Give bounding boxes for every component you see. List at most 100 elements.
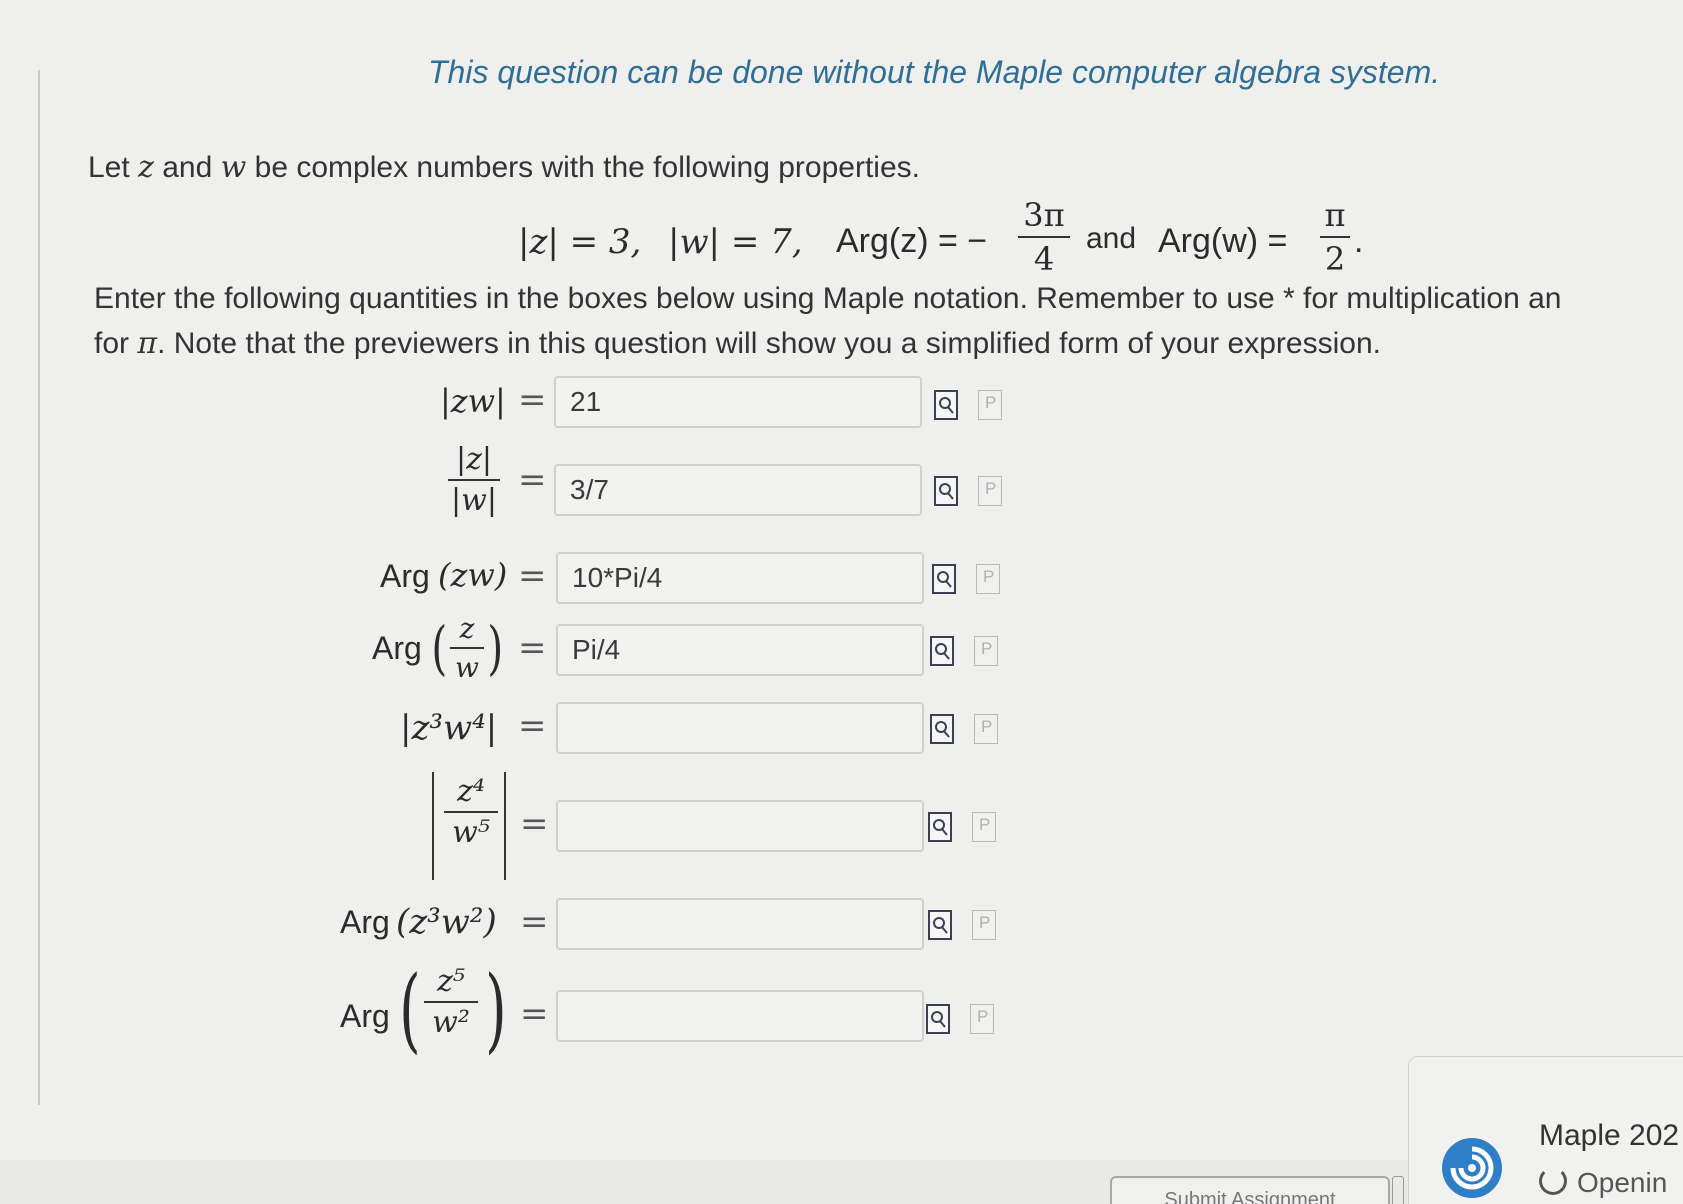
row-label-arg: Arg (340, 904, 390, 940)
maple-note: This question can be done without the Ma… (428, 54, 1441, 90)
preview-icon[interactable] (930, 636, 954, 666)
p-icon[interactable]: P (972, 812, 996, 842)
fraction-numerator: z (459, 612, 475, 645)
row-label: |z³w⁴| (400, 708, 498, 748)
fraction-bar (448, 479, 500, 481)
fraction-numerator: z⁴ (457, 774, 485, 809)
intro-rest: be complex numbers with the following pr… (254, 151, 920, 184)
var-z: z (138, 150, 154, 185)
preview-icon[interactable] (934, 476, 958, 506)
row-label-expr: (zw) (438, 556, 508, 594)
p-icon[interactable]: P (972, 910, 996, 940)
preview-icon[interactable] (928, 812, 952, 842)
fraction-bar (450, 647, 484, 649)
answer-row-abs-z3w4: |z³w⁴| = P (0, 702, 1100, 762)
preview-icon[interactable] (932, 564, 956, 594)
answer-row-abs-zw: |zw| = 21 P (0, 376, 1100, 436)
equals-sign: = (520, 902, 549, 942)
instructions-rest: . Note that the previewers in this quest… (157, 327, 1381, 360)
p-icon[interactable]: P (970, 1004, 994, 1034)
abs-bar-left (432, 772, 434, 880)
equals-sign: = (518, 460, 547, 500)
preview-icon[interactable] (934, 390, 958, 420)
row-label-fraction: z⁵ w² (424, 964, 478, 1040)
fraction-denominator: w⁵ (452, 815, 490, 850)
abs-bar-right (504, 772, 506, 880)
row-label-fraction: |z| |w| (448, 442, 500, 518)
left-paren: ( (399, 956, 421, 1063)
fraction-numerator: |z| (455, 442, 493, 477)
fraction-bar (444, 811, 498, 813)
answer-row-arg-z3w2: Arg (z³w²) = P (0, 898, 1100, 958)
fraction-denominator: w² (432, 1005, 470, 1040)
p-icon[interactable]: P (978, 476, 1002, 506)
left-paren: ( (431, 614, 448, 682)
given-and: and (1086, 222, 1137, 255)
answer-row-arg-zw: Arg (zw) = 10*Pi/4 P (0, 552, 1100, 612)
fraction-denominator: |w| (451, 483, 497, 518)
preview-icon[interactable] (930, 714, 954, 744)
row-label-arg: Arg (380, 558, 430, 594)
equals-sign: = (518, 380, 547, 420)
row-label-expr: (z³w²) (396, 902, 497, 942)
preview-icon[interactable] (926, 1004, 950, 1034)
given-abs-w: |w| = 7, (668, 222, 803, 262)
maple-logo-icon (1442, 1138, 1502, 1198)
page: This question can be done without the Ma… (0, 0, 1683, 1204)
maple-title: Maple 202 (1539, 1119, 1680, 1152)
fraction-denominator: 2 (1324, 240, 1346, 278)
fraction-3pi-4: 3π 4 (1018, 196, 1070, 278)
answer-input-abs-ratio[interactable]: 3/7 (554, 464, 922, 516)
instructions-line1: Enter the following quantities in the bo… (94, 282, 1562, 315)
fraction-denominator: w (455, 651, 479, 684)
fraction-pi-2: π 2 (1320, 196, 1350, 278)
equals-sign: = (520, 994, 549, 1034)
given-arg-z: Arg(z) = − (836, 222, 988, 260)
answer-row-abs-z4-over-w5: z⁴ w⁵ = P (0, 772, 1100, 880)
answer-input-abs-ratio-powers[interactable] (556, 800, 924, 852)
equals-sign: = (518, 628, 547, 668)
equals-sign: = (518, 556, 547, 596)
small-button[interactable] (1392, 1176, 1404, 1204)
fraction-bar (1018, 236, 1070, 238)
fraction-numerator: z⁵ (437, 964, 465, 999)
submit-assignment-button[interactable]: Submit Assignment (1110, 1176, 1390, 1204)
answer-input-arg-ratio[interactable]: Pi/4 (556, 624, 924, 676)
loading-spinner-icon (1539, 1167, 1567, 1195)
given-arg-w: Arg(w) = (1158, 222, 1288, 260)
var-w: w (220, 150, 247, 185)
given-period: . (1354, 222, 1364, 260)
row-label: |zw| (440, 382, 506, 420)
instructions-line2: for π. Note that the previewers in this … (94, 326, 1381, 361)
p-icon[interactable]: P (974, 714, 998, 744)
equals-sign: = (520, 804, 549, 844)
answer-input-abs-zw[interactable]: 21 (554, 376, 922, 428)
preview-icon[interactable] (928, 910, 952, 940)
fraction-numerator: 3π (1023, 196, 1065, 234)
instructions-for: for (94, 327, 130, 360)
answer-row-arg-z5-over-w2: Arg ( z⁵ w² ) = P (0, 956, 1100, 1063)
answer-row-abs-z-over-abs-w: |z| |w| = 3/7 P (0, 442, 1100, 518)
p-icon[interactable]: P (976, 564, 1000, 594)
p-icon[interactable]: P (978, 390, 1002, 420)
p-icon[interactable]: P (974, 636, 998, 666)
row-label-arg: Arg (372, 630, 422, 666)
answer-input-arg-zw[interactable]: 10*Pi/4 (556, 552, 924, 604)
fraction-bar (1320, 236, 1350, 238)
intro-text: Let z and w be complex numbers with the … (88, 150, 920, 185)
row-label-fraction: z⁴ w⁵ (444, 774, 498, 850)
fraction-numerator: π (1324, 196, 1346, 234)
intro-and: and (162, 151, 213, 184)
maple-status-text: Openin (1577, 1167, 1668, 1198)
answer-input-abs-z3w4[interactable] (556, 702, 924, 754)
right-paren: ) (485, 956, 507, 1063)
row-label-arg: Arg (340, 998, 390, 1034)
intro-let: Let (88, 151, 130, 184)
answer-input-arg-z5-over-w2[interactable] (556, 990, 924, 1042)
maple-notification[interactable]: Maple 202 Openin (1408, 1056, 1683, 1204)
maple-status: Openin (1539, 1167, 1667, 1199)
right-paren: ) (487, 614, 504, 682)
row-label-fraction: z w (450, 612, 484, 684)
given-abs-z: |z| = 3, (518, 222, 642, 262)
answer-input-arg-z3w2[interactable] (556, 898, 924, 950)
